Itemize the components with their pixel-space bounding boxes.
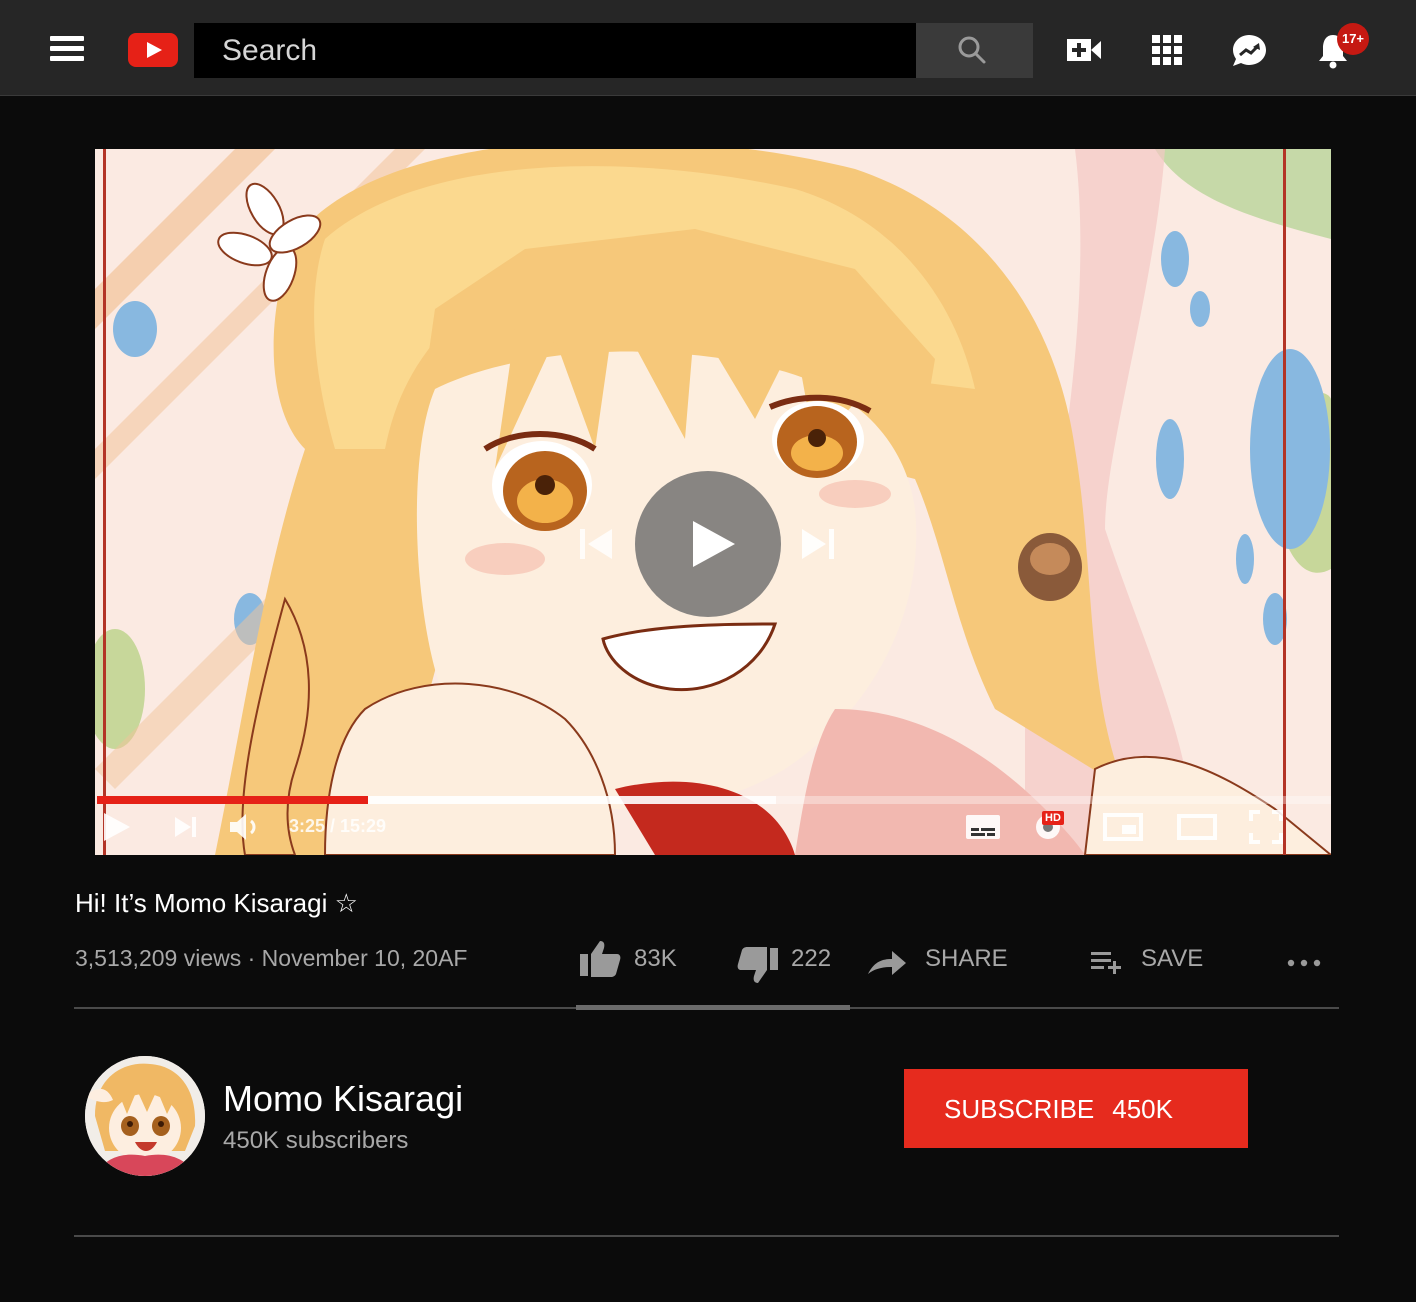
share-icon[interactable] (866, 948, 908, 978)
video-meta: 3,513,209 views · November 10, 20AF (75, 945, 468, 971)
miniplayer-icon[interactable] (1102, 809, 1144, 845)
hd-badge: HD (1042, 811, 1064, 825)
channel-divider (74, 1235, 1339, 1237)
save-button[interactable]: SAVE (1141, 945, 1203, 973)
previous-icon[interactable] (578, 527, 614, 561)
theater-mode-icon[interactable] (1176, 809, 1218, 845)
skip-next-icon[interactable] (173, 809, 199, 845)
frame-border-left (103, 149, 106, 855)
like-count[interactable]: 83K (634, 945, 677, 973)
search-box (194, 23, 916, 78)
notification-badge: 17+ (1337, 23, 1369, 55)
subscribe-button[interactable]: SUBSCRIBE 450K (904, 1069, 1248, 1148)
progress-played (97, 796, 368, 804)
menu-icon[interactable] (50, 36, 86, 62)
frame-border-right (1283, 149, 1286, 855)
subscribe-count: 450K (1112, 1094, 1173, 1124)
subscribe-label: SUBSCRIBE (944, 1094, 1095, 1124)
video-player[interactable]: 3:25 / 15:29 HD (95, 149, 1331, 855)
apps-grid-icon[interactable] (1147, 30, 1187, 70)
volume-icon[interactable] (228, 809, 262, 845)
like-icon[interactable] (578, 938, 622, 978)
youtube-logo[interactable] (128, 33, 178, 67)
search-input[interactable] (194, 23, 916, 78)
play-icon[interactable] (102, 809, 132, 845)
subtitles-icon[interactable] (964, 809, 1002, 845)
top-bar: 17+ (0, 0, 1416, 96)
search-icon (958, 36, 986, 64)
search-button[interactable] (916, 23, 1033, 78)
video-title: Hi! It’s Momo Kisaragi ☆ (75, 888, 358, 918)
add-to-playlist-icon[interactable] (1089, 949, 1123, 975)
messages-icon[interactable] (1229, 30, 1269, 70)
more-options-icon[interactable] (1286, 958, 1326, 968)
share-button[interactable]: SHARE (925, 945, 1008, 973)
sentiment-bar (576, 1005, 850, 1010)
channel-avatar[interactable] (85, 1056, 205, 1176)
channel-name[interactable]: Momo Kisaragi (223, 1078, 463, 1120)
dislike-icon[interactable] (736, 946, 780, 986)
subscriber-count: 450K subscribers (223, 1127, 409, 1154)
fullscreen-icon[interactable] (1248, 809, 1284, 845)
time-display: 3:25 / 15:29 (289, 816, 387, 836)
play-button[interactable] (635, 471, 781, 617)
dislike-count[interactable]: 222 (791, 945, 831, 973)
next-icon[interactable] (800, 527, 836, 561)
video-camera-plus-icon[interactable] (1064, 30, 1104, 70)
